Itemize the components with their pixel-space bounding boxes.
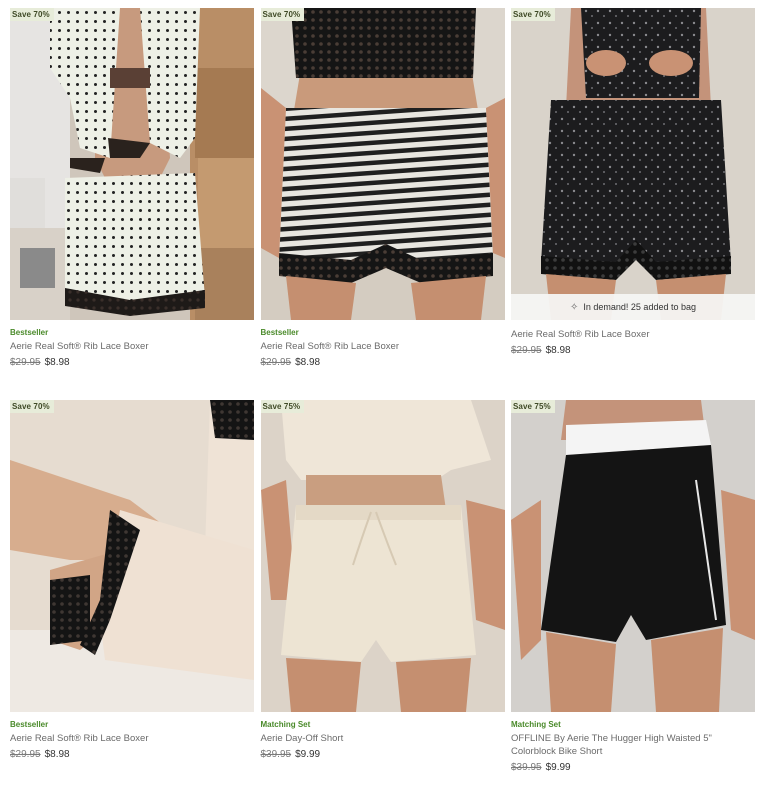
sale-price: $8.98 xyxy=(44,357,70,368)
original-price: $29.95 xyxy=(10,749,41,760)
sale-price: $8.98 xyxy=(545,345,571,356)
product-tag: Bestseller xyxy=(10,720,49,729)
product-tag: Bestseller xyxy=(260,328,299,337)
price-row: $29.95 $8.98 xyxy=(10,356,254,369)
sparkle-icon: ✧ xyxy=(570,301,579,313)
product-card[interactable]: Save 70% xyxy=(511,8,755,400)
sale-price: $8.98 xyxy=(295,357,321,368)
save-badge: Save 70% xyxy=(260,8,305,21)
product-card[interactable]: Save 75% Matching Set Aerie Day-Off Shor… xyxy=(260,400,505,792)
product-name[interactable]: Aerie Real Soft® Rib Lace Boxer xyxy=(261,340,505,353)
original-price: $39.95 xyxy=(511,762,542,773)
product-image[interactable]: Save 70% xyxy=(10,400,254,712)
in-demand-text: In demand! 25 added to bag xyxy=(583,302,696,312)
product-tag: Matching Set xyxy=(511,720,561,729)
sale-price: $8.98 xyxy=(44,749,70,760)
polka-dot-boxer-photo xyxy=(10,8,254,320)
bike-short-photo xyxy=(511,400,755,712)
save-badge: Save 75% xyxy=(260,400,305,413)
product-image[interactable]: Save 75% xyxy=(260,400,505,712)
product-name[interactable]: Aerie Day-Off Short xyxy=(261,732,505,745)
product-image[interactable]: Save 70% xyxy=(511,8,755,320)
product-tag: Matching Set xyxy=(260,720,311,729)
save-badge: Save 70% xyxy=(10,400,54,413)
black-floral-boxer-photo xyxy=(511,8,755,320)
original-price: $29.95 xyxy=(511,345,542,356)
save-badge: Save 75% xyxy=(511,400,555,413)
original-price: $29.95 xyxy=(10,357,41,368)
save-badge: Save 70% xyxy=(10,8,54,21)
product-card[interactable]: Save 70% xyxy=(10,8,254,400)
product-image[interactable]: Save 70% xyxy=(260,8,505,320)
sale-price: $9.99 xyxy=(545,762,571,773)
price-row: $39.95 $9.99 xyxy=(261,748,505,761)
product-grid: Save 70% Bestseller Aerie Real Soft® Rib… xyxy=(10,8,755,792)
product-name[interactable]: OFFLINE By Aerie The Hugger High Waisted… xyxy=(511,732,755,758)
product-image[interactable]: Save 75% xyxy=(511,400,755,712)
in-demand-banner: ✧ In demand! 25 added to bag xyxy=(511,294,755,320)
original-price: $29.95 xyxy=(260,357,292,368)
price-row: $29.95 $8.98 xyxy=(261,356,505,369)
product-card[interactable]: Save 70% xyxy=(10,400,254,792)
save-badge: Save 70% xyxy=(511,8,555,21)
product-name[interactable]: Aerie Real Soft® Rib Lace Boxer xyxy=(10,732,254,745)
product-card[interactable]: Save 70% xyxy=(260,8,505,400)
product-tag: Bestseller xyxy=(10,328,49,337)
product-image[interactable]: Save 70% xyxy=(10,8,254,320)
product-name[interactable]: Aerie Real Soft® Rib Lace Boxer xyxy=(511,328,755,341)
price-row: $29.95 $8.98 xyxy=(511,344,755,357)
product-card[interactable]: Save 75% Matching Set OFFLINE By Aerie T… xyxy=(511,400,755,792)
original-price: $39.95 xyxy=(260,749,292,760)
cream-lace-boxer-photo xyxy=(10,400,254,712)
product-name[interactable]: Aerie Real Soft® Rib Lace Boxer xyxy=(10,340,254,353)
striped-boxer-photo xyxy=(260,8,505,320)
sale-price: $9.99 xyxy=(295,749,321,760)
linen-short-photo xyxy=(260,400,505,712)
price-row: $29.95 $8.98 xyxy=(10,748,254,761)
price-row: $39.95 $9.99 xyxy=(511,761,755,774)
